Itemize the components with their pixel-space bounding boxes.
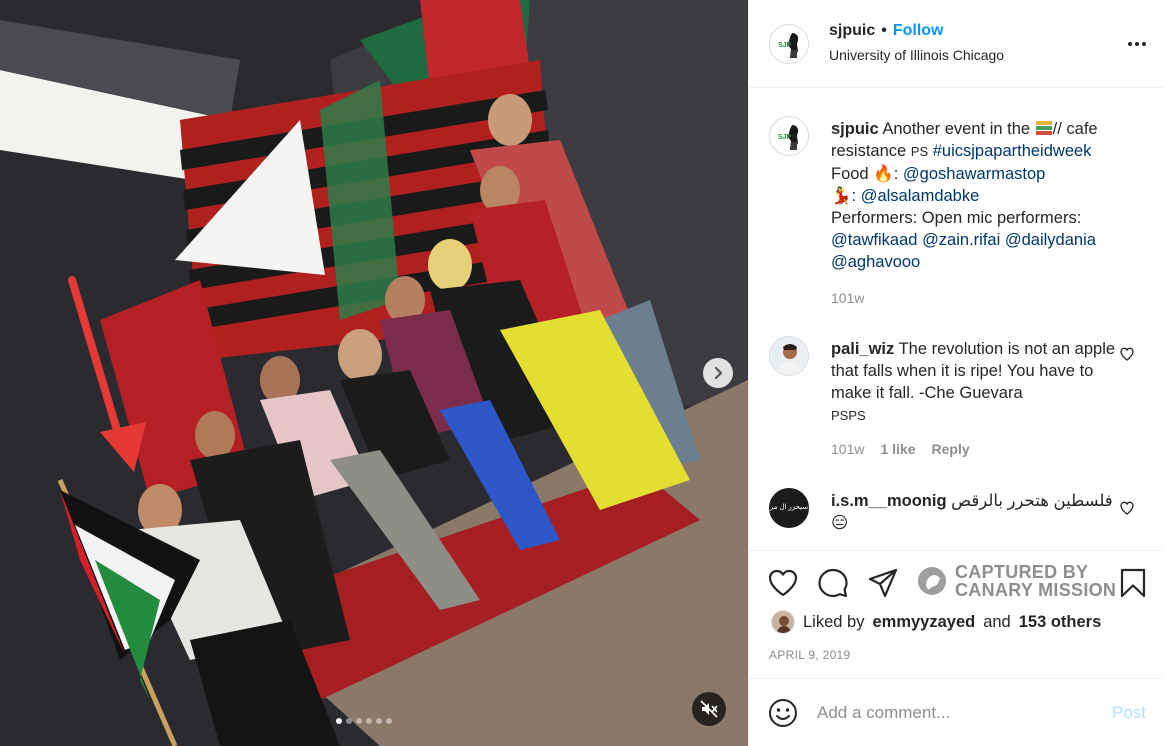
like-heart-icon[interactable] [767,567,799,599]
likes-others[interactable]: 153 others [1019,613,1102,632]
share-send-icon[interactable] [867,567,899,599]
carousel-dot-active [336,718,342,724]
sjp-logo-icon: SJP [770,117,808,155]
comment-bubble-icon[interactable] [817,567,849,599]
svg-text:SJP: SJP [778,134,792,141]
user-photo-avatar-icon [770,337,808,375]
post-photo [0,0,748,746]
svg-text:SJP: SJP [778,42,792,49]
speaker-muted-icon [700,700,718,718]
post-comment-button[interactable]: Post [1112,703,1146,723]
post-date[interactable]: APRIL 9, 2019 [769,648,851,662]
liker-avatar[interactable] [771,610,795,634]
caption-mention-3[interactable]: @dailydania [1005,231,1096,249]
comment-likes[interactable]: 1 like [880,441,915,457]
canary-bird-icon [918,567,946,595]
comment-extra: PSPS [831,408,866,423]
caption-mention-food[interactable]: @goshawarmastop [903,165,1045,183]
post-location[interactable]: University of Illinois Chicago [829,47,1004,63]
likes-and: and [983,612,1011,631]
header-account-line: sjpuic • Follow [829,22,944,40]
caption-performers: Performers: Open mic performers: [831,209,1082,227]
caption-mention-2[interactable]: @zain.rifai [922,231,1000,249]
carousel-dot [356,718,362,724]
caption-ps: PS [910,144,929,159]
carousel-dot [346,718,352,724]
caption-text-1: Another event in the [882,120,1035,138]
sjp-logo-icon: SJP [770,25,808,63]
like-comment-heart-icon[interactable] [1119,500,1135,516]
canary-line-1: CAPTURED BY [955,562,1089,582]
comment-body: فلسطين هتحرر بالرقص [951,492,1113,510]
caption-food-colon: : [893,165,903,183]
comment-meta: 101w 1 like Reply [831,441,970,457]
save-bookmark-icon[interactable] [1117,567,1149,599]
chevron-right-icon [714,366,723,380]
likes-summary: Liked by emmyyzayed and 153 others [771,610,1101,634]
next-slide-button[interactable] [703,358,733,388]
comment-username[interactable]: pali_wiz [831,340,894,358]
comment-text: pali_wiz The revolution is not an apple … [831,338,1121,404]
comment-text: i.s.m__moonig فلسطين هتحرر بالرقص 😑 [831,490,1121,534]
caption-text: sjpuic Another event in the // cafe resi… [831,118,1121,273]
likes-prefix: Liked by [803,612,865,631]
comment-avatar[interactable] [769,336,809,376]
caption-meta: 101w [831,290,864,306]
header-username[interactable]: sjpuic [829,22,875,40]
carousel-dot [366,718,372,724]
like-comment-heart-icon[interactable] [1119,346,1135,362]
caption-food-label: Food [831,165,874,183]
comment-username[interactable]: i.s.m__moonig [831,492,947,510]
expressionless-emoji-icon: 😑 [831,514,849,532]
header-separator: • [881,22,887,39]
post-media[interactable] [0,0,748,746]
emoji-picker-icon[interactable] [767,697,799,729]
action-bar: CAPTURED BY CANARY MISSION [749,550,1164,610]
comment-composer: Post [749,678,1164,746]
canary-watermark: CAPTURED BY CANARY MISSION [917,563,1116,599]
caption-time[interactable]: 101w [831,290,864,306]
canary-text: CAPTURED BY CANARY MISSION [955,563,1116,599]
caption-avatar[interactable]: SJP [769,116,809,156]
comment-input[interactable] [817,701,1097,725]
mute-button[interactable] [692,692,726,726]
account-avatar[interactable]: SJP [769,24,809,64]
caption-mention-dance[interactable]: @alsalamdabke [861,187,980,205]
comments-section[interactable]: SJP sjpuic Another event in the // cafe … [749,88,1164,550]
carousel-dot [386,718,392,724]
caption-hashtag[interactable]: #uicsjpapartheidweek [933,142,1092,160]
likes-user[interactable]: emmyyzayed [872,613,975,632]
liker-photo-icon [772,611,794,633]
dancer-emoji-icon: 💃 [831,187,852,205]
follow-button[interactable]: Follow [893,22,944,40]
caption-dance-colon: : [851,187,861,205]
carousel-dots [336,718,392,724]
post-header: SJP sjpuic • Follow University of Illino… [749,0,1164,88]
canary-line-2: CANARY MISSION [955,580,1117,600]
caption-mention-4[interactable]: @aghavooo [831,253,920,271]
caption-mention-1[interactable]: @tawfikaad [831,231,917,249]
carousel-dot [376,718,382,724]
comment-time[interactable]: 101w [831,441,864,457]
fire-emoji-icon: 🔥 [873,165,894,183]
caption-username[interactable]: sjpuic [831,120,879,138]
reply-button[interactable]: Reply [932,441,970,457]
comment-avatar-text: سيحرر ال مز [769,504,809,511]
more-options-icon[interactable] [1125,34,1149,54]
post-side-panel: SJP sjpuic • Follow University of Illino… [748,0,1164,746]
books-emoji-icon [1035,121,1052,135]
